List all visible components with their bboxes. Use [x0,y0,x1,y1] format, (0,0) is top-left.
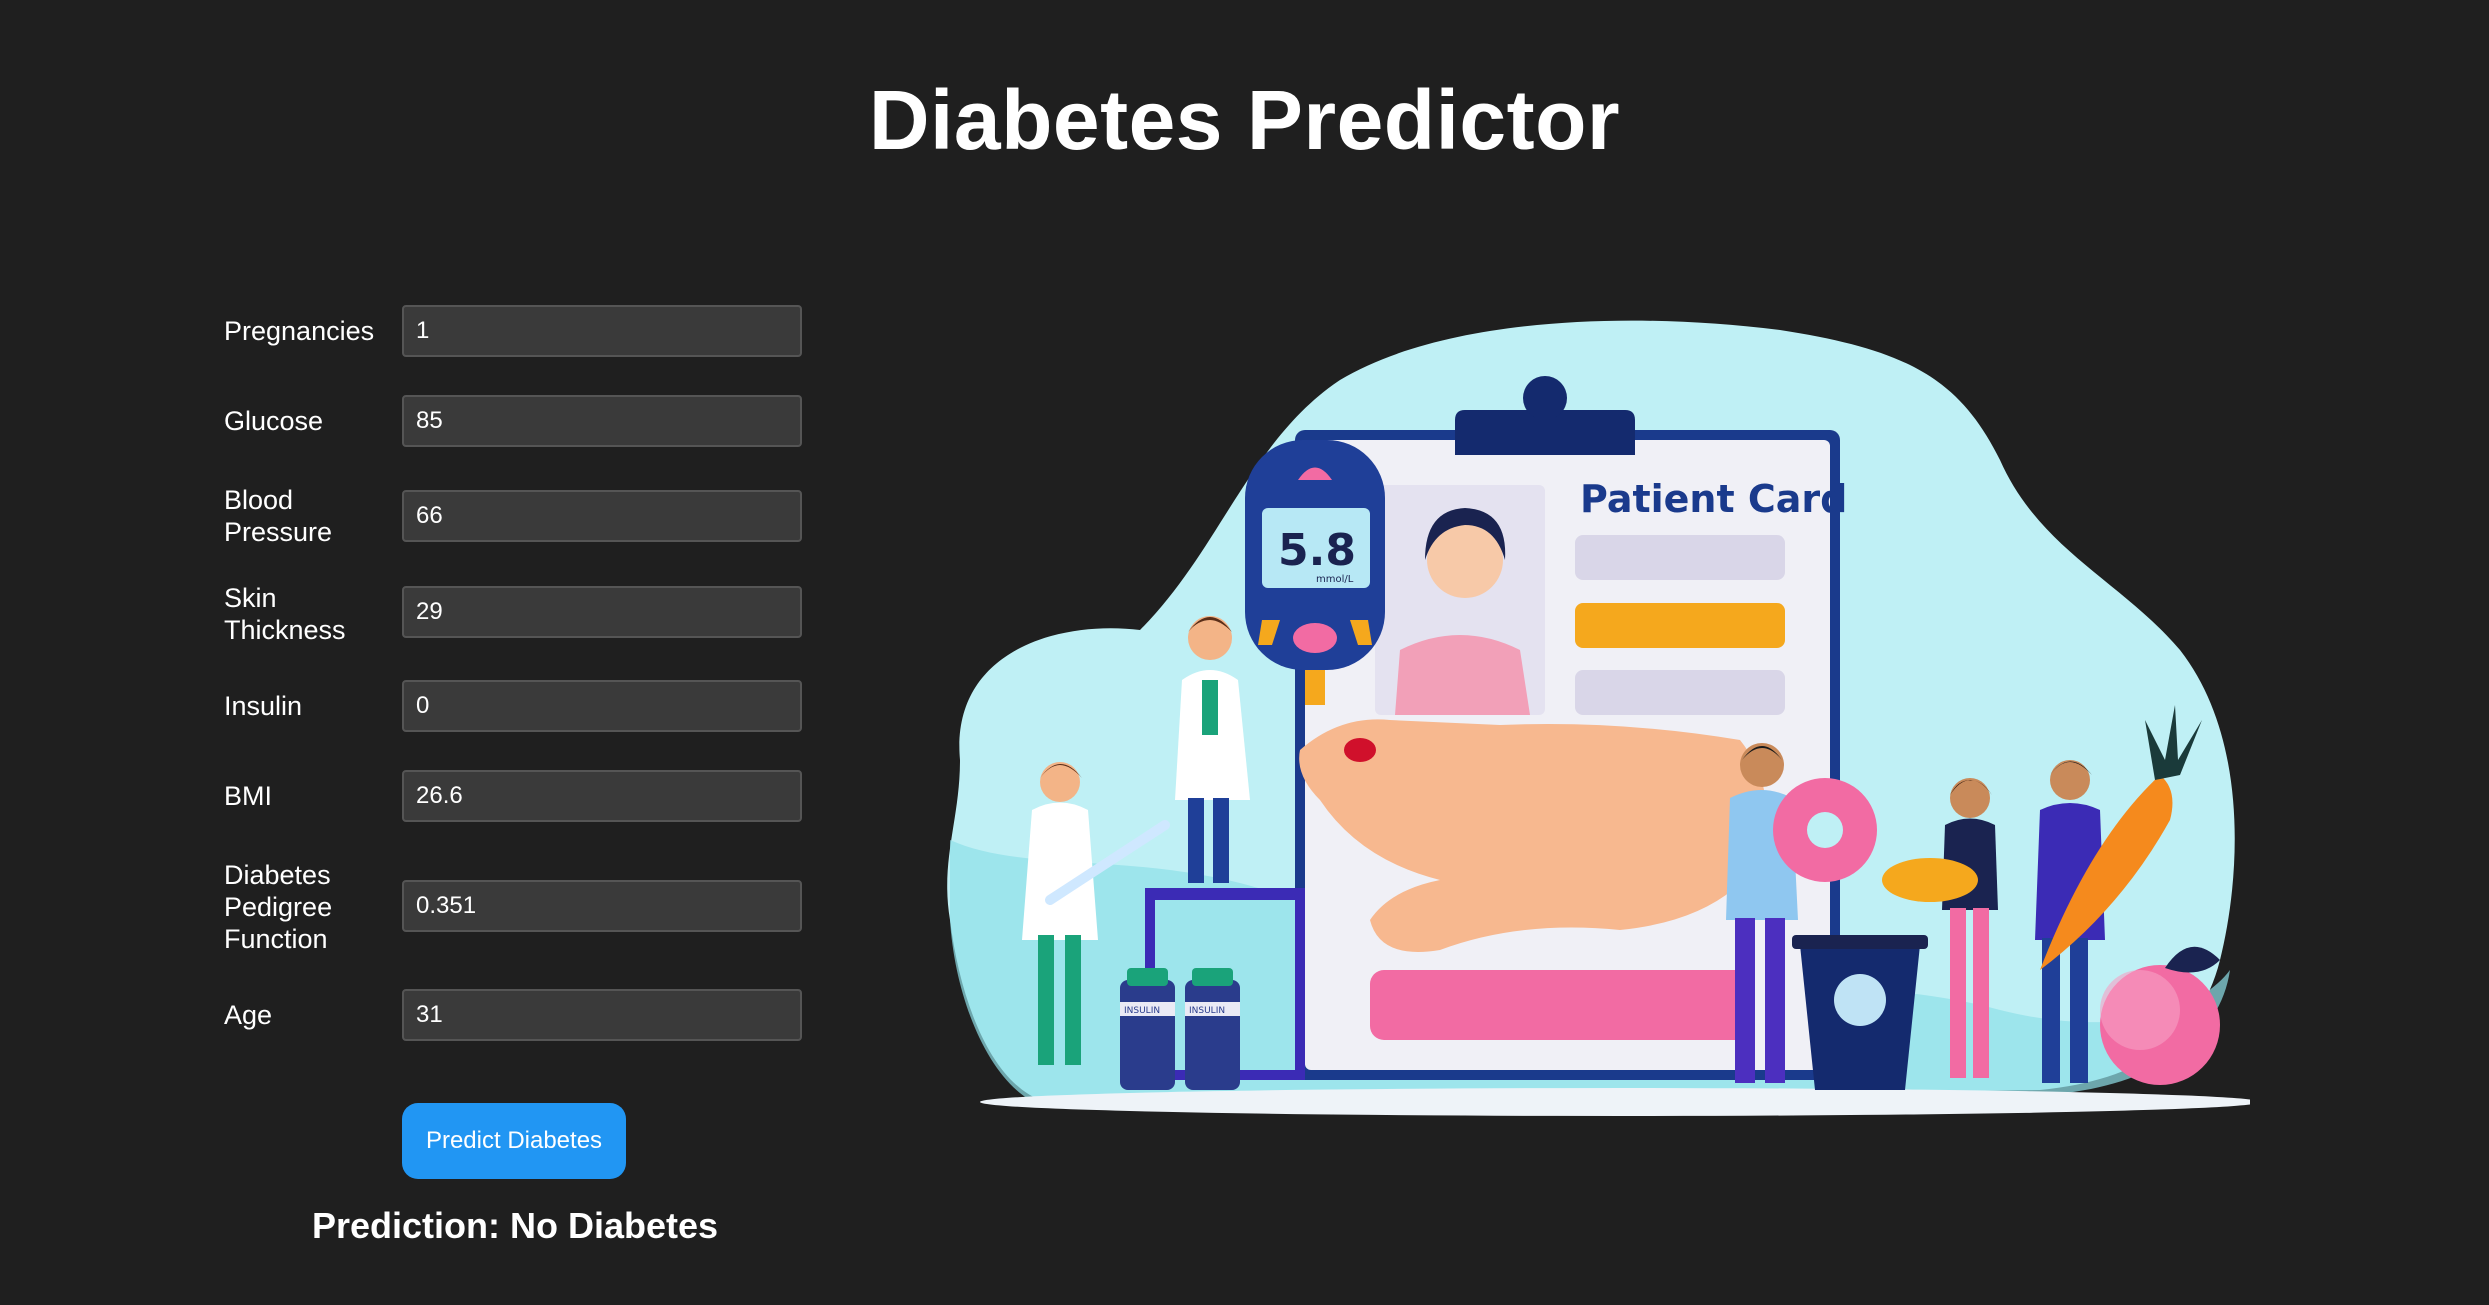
donut-hole [1807,812,1843,848]
bmi-label: BMI [224,781,273,811]
vial-label-right: INSULIN [1189,1006,1225,1016]
woman-leg-right [1973,908,1989,1078]
pregnancies-input[interactable] [402,305,802,357]
patient-body [1395,635,1530,715]
diabetes-pedigree-label: Diabetes Pedigree Function [224,860,333,954]
man2-head [2050,760,2090,800]
vial-label-left: INSULIN [1124,1006,1160,1016]
field-row-blood-pressure: Blood Pressure [224,482,844,550]
apple-highlight [2100,970,2180,1050]
age-label: Age [224,1000,273,1030]
nurse-head [1040,762,1080,802]
diabetes-illustration: Patient Card 5.8 mmol/L INSULIN INSULIN [947,320,2250,1116]
nurse-leg-right [1065,935,1081,1065]
age-input[interactable] [402,989,802,1041]
woman-leg-left [1950,908,1966,1078]
field-row-pregnancies: Pregnancies [224,303,844,359]
page-title: Diabetes Predictor [868,73,1621,167]
doctor-leg-right [1213,798,1229,883]
nurse-leg-left [1038,935,1054,1065]
card-line-3 [1575,670,1785,715]
trash-bin-lid [1792,935,1928,949]
insulin-input[interactable] [402,680,802,732]
card-bottom-bar [1370,970,1750,1040]
doctor-leg-left [1188,798,1204,883]
floor-shadow [980,1088,2250,1116]
predict-button[interactable]: Predict Diabetes [402,1103,626,1179]
man-head [1740,743,1784,787]
woman-head [1950,778,1990,818]
man-leg-right [1765,918,1785,1083]
meter-unit: mmol/L [1316,574,1354,585]
field-row-skin-thickness: Skin Thickness [224,580,844,648]
field-row-diabetes-pedigree: Diabetes Pedigree Function [224,858,844,956]
trash-icon [1834,974,1886,1026]
diabetes-pedigree-input[interactable] [402,880,802,932]
field-row-bmi: BMI [224,768,844,824]
patient-card-title: Patient Card [1580,477,1847,521]
field-row-age: Age [224,987,844,1043]
doctor-head [1188,616,1232,660]
bread [1882,858,1978,902]
insulin-label: Insulin [224,691,303,721]
skin-thickness-input[interactable] [402,586,802,638]
blood-drop [1344,738,1376,762]
page: Diabetes Predictor Pregnancies Glucose B… [0,0,2489,1305]
meter-strip [1305,670,1325,705]
man-leg-left [1735,918,1755,1083]
bmi-input[interactable] [402,770,802,822]
blood-pressure-label: Blood Pressure [224,485,333,547]
meter-reading: 5.8 [1278,525,1356,576]
field-row-glucose: Glucose [224,393,844,449]
clipboard-clip-ring [1523,376,1567,420]
card-line-2 [1575,603,1785,648]
glucose-label: Glucose [224,406,324,436]
card-line-1 [1575,535,1785,580]
field-row-insulin: Insulin [224,678,844,734]
blood-pressure-input[interactable] [402,490,802,542]
meter-center-button [1293,623,1337,653]
skin-thickness-label: Skin Thickness [224,583,346,645]
glucose-input[interactable] [402,395,802,447]
stand-top [1145,888,1305,900]
pregnancies-label: Pregnancies [224,316,375,346]
prediction-result: Prediction: No Diabetes [311,1205,719,1246]
man2-leg-right [2070,938,2088,1083]
doctor-shirt [1202,680,1218,735]
